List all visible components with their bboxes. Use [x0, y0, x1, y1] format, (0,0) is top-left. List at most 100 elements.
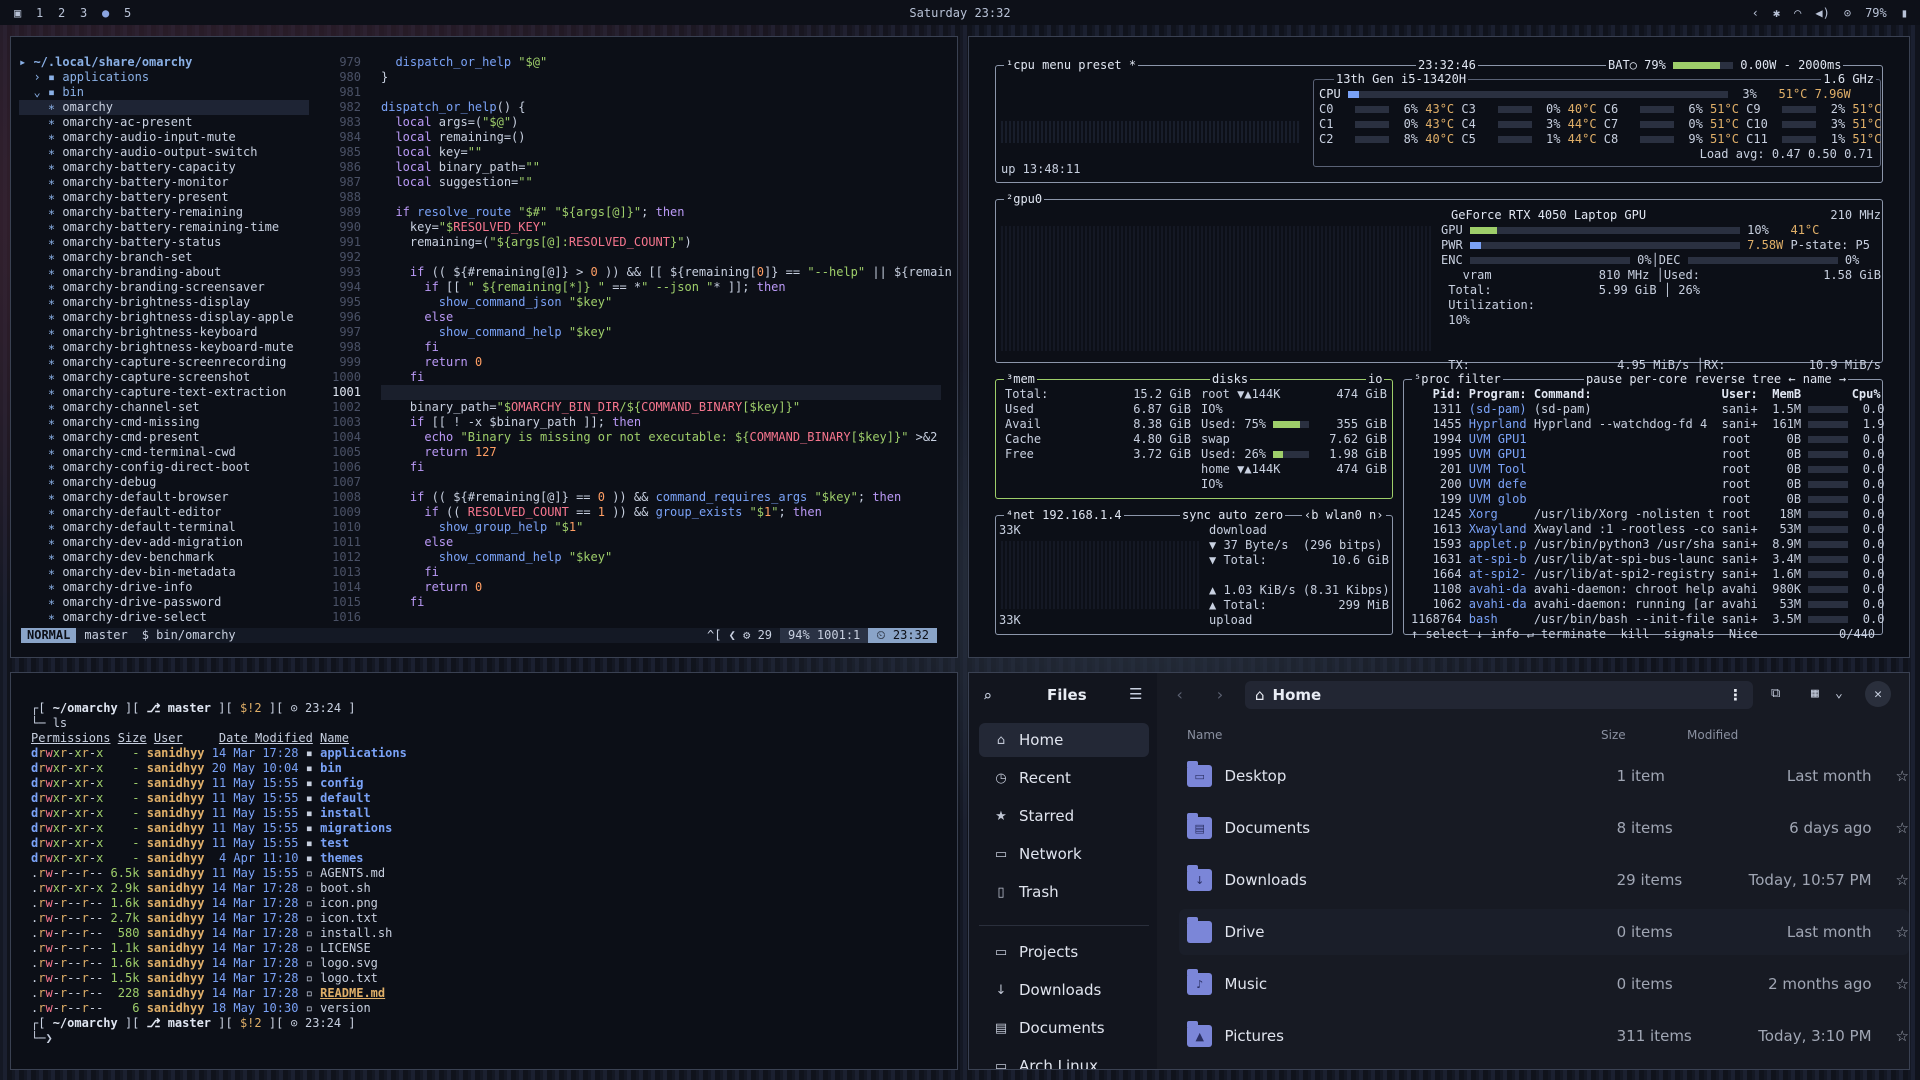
tree-file[interactable]: ∗ omarchy-default-editor	[19, 505, 309, 520]
star-icon[interactable]: ☆	[1896, 871, 1909, 889]
code-line[interactable]: local binary_path=""	[381, 160, 941, 175]
code-line[interactable]: show_command_help "$key"	[381, 550, 941, 565]
sidebar-item-starred[interactable]: ★ Starred	[979, 799, 1149, 833]
code-line[interactable]: return 127	[381, 445, 941, 460]
code-line[interactable]: show_command_help "$key"	[381, 325, 941, 340]
process-row[interactable]: 1311 (sd-pam) (sd-pam) sani+ 1.5M 0.0	[1411, 402, 1885, 417]
sidebar-item-network[interactable]: ▭ Network	[979, 837, 1149, 871]
tree-file[interactable]: ∗ omarchy-brightness-keyboard-mute	[19, 340, 309, 355]
tree-root[interactable]: ▸ ~/.local/share/omarchy	[19, 55, 309, 70]
column-size[interactable]: Size	[1601, 728, 1626, 742]
star-icon[interactable]: ☆	[1896, 767, 1909, 785]
clock[interactable]: Saturday 23:32	[0, 6, 1920, 20]
sidebar-item-recent[interactable]: ◷ Recent	[979, 761, 1149, 795]
tree-file[interactable]: ∗ omarchy-brightness-display-apple	[19, 310, 309, 325]
file-row[interactable]: Drive 0 items Last month ☆	[1179, 909, 1909, 955]
bookmark-arch-linux[interactable]: ▭ Arch Linux	[979, 1049, 1149, 1069]
tree-file[interactable]: ∗ omarchy-debug	[19, 475, 309, 490]
tree-file[interactable]: ∗ omarchy-ac-present	[19, 115, 309, 130]
code-line[interactable]: show_group_help "$1"	[381, 520, 941, 535]
net-options[interactable]: sync auto zero	[1180, 508, 1286, 522]
tree-file[interactable]: ∗ omarchy-brightness-display	[19, 295, 309, 310]
code-line[interactable]: remaining=("${args[@]:RESOLVED_COUNT}")	[381, 235, 941, 250]
terminal-output[interactable]: ┌[ ~/omarchy ][ ⎇ master ][ $!2 ][ ⊙ 23:…	[31, 701, 931, 1046]
code-line[interactable]: binary_path="$OMARCHY_BIN_DIR/${COMMAND_…	[381, 400, 941, 415]
tree-file[interactable]: ∗ omarchy-capture-text-extraction	[19, 385, 309, 400]
code-line[interactable]: return 0	[381, 580, 941, 595]
tree-dir[interactable]: › ▪ applications	[19, 70, 309, 85]
column-name[interactable]: Name	[1187, 728, 1222, 742]
code-line[interactable]: if [[ ! -x $binary_path ]]; then	[381, 415, 941, 430]
process-row[interactable]: 1994 UVM GPU1 root 0B 0.0	[1411, 432, 1885, 447]
workspace-4-active[interactable]: ●	[102, 6, 112, 20]
process-row[interactable]: 1995 UVM GPU1 root 0B 0.0	[1411, 447, 1885, 462]
code-line[interactable]	[381, 475, 941, 490]
expand-tray-icon[interactable]: ‹	[1752, 6, 1759, 20]
proc-options[interactable]: pause per-core reverse tree ← name →	[1584, 372, 1849, 386]
file-row[interactable]: ▭ Desktop 1 item Last month ☆	[1179, 753, 1909, 799]
tree-file[interactable]: ∗ omarchy	[19, 100, 309, 115]
code-line[interactable]: fi	[381, 595, 941, 610]
code-line[interactable]: if (( ${#remaining[@]} > 0 )) && [[ ${re…	[381, 265, 952, 280]
code-line[interactable]	[381, 85, 941, 100]
process-row[interactable]: 199 UVM glob root 0B 0.0	[1411, 492, 1885, 507]
process-row[interactable]: 1593 applet.p /usr/bin/python3 /usr/sha …	[1411, 537, 1885, 552]
code-line[interactable]: }	[381, 70, 941, 85]
code-line[interactable]: else	[381, 535, 941, 550]
code-line[interactable]: fi	[381, 565, 941, 580]
process-row[interactable]: 1455 Hyprland Hyprland --watchdog-fd 4 s…	[1411, 417, 1885, 432]
tree-file[interactable]: ∗ omarchy-drive-password	[19, 595, 309, 610]
tree-file[interactable]: ∗ omarchy-branding-screensaver	[19, 280, 309, 295]
editor-window[interactable]: ▸ ~/.local/share/omarchy › ▪ application…	[10, 36, 958, 658]
gpu-label[interactable]: ²gpu0	[1004, 192, 1045, 206]
code-line[interactable]: fi	[381, 370, 941, 385]
file-row[interactable]: ▲ Pictures 311 items Today, 3:10 PM ☆	[1179, 1013, 1909, 1059]
star-icon[interactable]: ☆	[1896, 819, 1909, 837]
btop-window[interactable]: ¹cpu menu preset * 23:32:46 BAT○ 79% 0.0…	[968, 36, 1910, 658]
tree-file[interactable]: ∗ omarchy-battery-present	[19, 190, 309, 205]
code-line[interactable]: key="$RESOLVED_KEY"	[381, 220, 941, 235]
star-icon[interactable]: ☆	[1896, 1027, 1909, 1045]
tree-file[interactable]: ∗ omarchy-cmd-terminal-cwd	[19, 445, 309, 460]
net-label[interactable]: ⁴net 192.168.1.4	[1004, 508, 1124, 522]
app-launcher-icon[interactable]: ▣	[14, 6, 24, 20]
cpu-icon[interactable]: ⊙	[1844, 6, 1851, 20]
tree-file[interactable]: ∗ omarchy-drive-info	[19, 580, 309, 595]
tree-file[interactable]: ∗ omarchy-capture-screenshot	[19, 370, 309, 385]
net-interface[interactable]: ‹b wlan0 n›	[1302, 508, 1386, 522]
tree-file[interactable]: ∗ omarchy-battery-monitor	[19, 175, 309, 190]
tree-file[interactable]: ∗ omarchy-battery-status	[19, 235, 309, 250]
proc-footer[interactable]: ↑ select ↓ info ↵ terminate kill signals…	[1411, 627, 1758, 642]
sidebar-item-home[interactable]: ⌂ Home	[979, 723, 1149, 757]
workspace-5[interactable]: 5	[124, 6, 134, 20]
tree-file[interactable]: ∗ omarchy-dev-add-migration	[19, 535, 309, 550]
sidebar-item-trash[interactable]: ▯ Trash	[979, 875, 1149, 909]
code-line[interactable]: if [[ " ${remaining[*]} " == *" --json "…	[381, 280, 941, 295]
tree-file[interactable]: ∗ omarchy-config-direct-boot	[19, 460, 309, 475]
process-row[interactable]: 1245 Xorg /usr/lib/Xorg -nolisten t root…	[1411, 507, 1885, 522]
workspace-2[interactable]: 2	[58, 6, 68, 20]
tree-file[interactable]: ∗ omarchy-cmd-present	[19, 430, 309, 445]
tree-file[interactable]: ∗ omarchy-default-terminal	[19, 520, 309, 535]
code-line[interactable]: local key=""	[381, 145, 941, 160]
code-line[interactable]: local remaining=()	[381, 130, 941, 145]
process-list[interactable]: Pid: Program: Command: User: MemB Cpu% 1…	[1411, 387, 1885, 627]
cpu-tabs[interactable]: ¹cpu menu preset *	[1004, 58, 1139, 72]
tree-file[interactable]: ∗ omarchy-battery-remaining	[19, 205, 309, 220]
process-row[interactable]: 201 UVM Tool root 0B 0.0	[1411, 462, 1885, 477]
code-line[interactable]: dispatch_or_help() {	[381, 100, 941, 115]
code-line[interactable]: return 0	[381, 355, 941, 370]
code-line[interactable]: else	[381, 310, 941, 325]
column-modified[interactable]: Modified	[1687, 728, 1738, 742]
tree-file[interactable]: ∗ omarchy-battery-remaining-time	[19, 220, 309, 235]
tree-file[interactable]: ∗ omarchy-channel-set	[19, 400, 309, 415]
tree-file[interactable]: ∗ omarchy-capture-screenrecording	[19, 355, 309, 370]
tree-file[interactable]: ∗ omarchy-drive-select	[19, 610, 309, 625]
bookmark-projects[interactable]: ▭ Projects	[979, 935, 1149, 969]
code-line[interactable]: if (( ${#remaining[@]} == 0 )) && comman…	[381, 490, 941, 505]
process-row[interactable]: 1108 avahi-da avahi-daemon: chroot help …	[1411, 582, 1885, 597]
code-line[interactable]: fi	[381, 460, 941, 475]
code-line[interactable]: show_command_json "$key"	[381, 295, 941, 310]
process-row[interactable]: 1613 Xwayland Xwayland :1 -rootless -co …	[1411, 522, 1885, 537]
process-row[interactable]: 1168764 bash /usr/bin/bash --init-file s…	[1411, 612, 1884, 627]
